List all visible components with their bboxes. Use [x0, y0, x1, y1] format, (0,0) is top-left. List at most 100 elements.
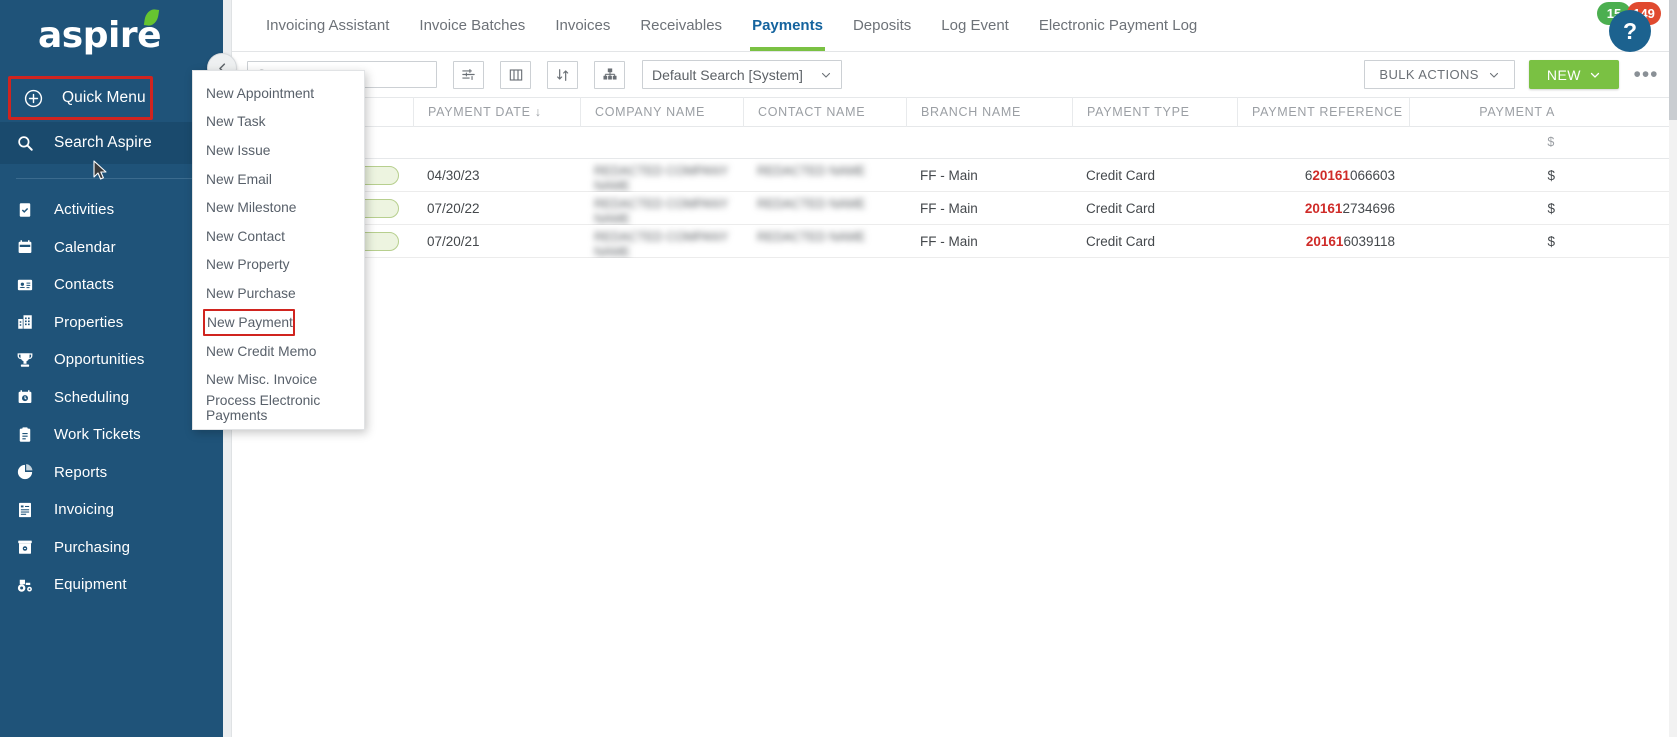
sidebar-item-properties[interactable]: Properties	[0, 304, 223, 342]
sidebar-item-label: Work Tickets	[54, 426, 141, 444]
column-header-branch[interactable]: BRANCH NAME	[906, 97, 1072, 127]
sidebar-item-label: Calendar	[54, 238, 116, 256]
quick-menu-item-new-purchase[interactable]: New Purchase	[193, 279, 364, 308]
sidebar-item-reports[interactable]: Reports	[0, 454, 223, 492]
column-header-amount[interactable]: PAYMENT A	[1409, 97, 1569, 127]
grid-summary-amount: $	[1547, 135, 1555, 149]
clipboard-check-icon	[16, 201, 46, 219]
calendar-icon	[16, 238, 46, 256]
sidebar-item-invoicing[interactable]: Invoicing	[0, 491, 223, 529]
sidebar-item-search-aspire[interactable]: Search Aspire	[0, 122, 223, 164]
sidebar-item-purchasing[interactable]: Purchasing	[0, 529, 223, 567]
redacted-company-name: REDACTED COMPANY NAME	[594, 229, 729, 258]
new-button-label: NEW	[1546, 66, 1581, 83]
sidebar-item-scheduling[interactable]: Scheduling	[0, 379, 223, 417]
saved-search-select[interactable]: Default Search [System]	[642, 60, 842, 89]
sidebar-item-opportunities[interactable]: Opportunities	[0, 341, 223, 379]
tab-receivables[interactable]: Receivables	[625, 0, 737, 51]
quick-menu-item-label: New Email	[206, 171, 272, 187]
column-header-label: PAYMENT DATE ↓	[428, 105, 542, 119]
table-row[interactable]: SUCCESS07/20/22REDACTED COMPANY NAMEREDA…	[223, 192, 1677, 225]
cell-payment-date: 07/20/22	[427, 200, 480, 216]
column-header-contact[interactable]: CONTACT NAME	[743, 97, 906, 127]
group-hierarchy-icon[interactable]	[594, 60, 625, 89]
main-panel: Invoicing Assistant Invoice Batches Invoic…	[207, 0, 1677, 737]
mouse-cursor	[93, 160, 109, 187]
brand-logo[interactable]: aspire	[0, 0, 223, 72]
tab-log-event[interactable]: Log Event	[926, 0, 1024, 51]
cell-payment-type: Credit Card	[1086, 233, 1156, 249]
scrollbar-thumb[interactable]	[1669, 0, 1677, 120]
column-header-ptype[interactable]: PAYMENT TYPE	[1072, 97, 1237, 127]
module-tab-bar: Invoicing Assistant Invoice Batches Invoic…	[223, 0, 1677, 52]
table-row[interactable]: SUCCESS07/20/21REDACTED COMPANY NAMEREDA…	[223, 225, 1677, 258]
tab-payments[interactable]: Payments	[737, 0, 838, 51]
cell-payment-date: 04/30/23	[427, 167, 480, 183]
pref-search-match: 20161	[1305, 233, 1344, 249]
quick-menu-item-new-contact[interactable]: New Contact	[193, 222, 364, 251]
quick-menu-item-new-credit-memo[interactable]: New Credit Memo	[193, 337, 364, 366]
cell-branch-name: FF - Main	[920, 167, 978, 183]
quick-menu-item-label: New Property	[206, 257, 290, 273]
quick-menu-item-process-electronic-payments[interactable]: Process Electronic Payments	[193, 393, 364, 423]
sidebar-item-equipment[interactable]: Equipment	[0, 566, 223, 604]
column-header-date[interactable]: PAYMENT DATE ↓	[413, 97, 580, 127]
sidebar-item-calendar[interactable]: Calendar	[0, 229, 223, 267]
cell-contact-name: REDACTED NAME	[743, 192, 906, 225]
quick-menu-dropdown[interactable]: New Appointment New Task New Issue New Emai…	[192, 70, 365, 430]
help-question-icon[interactable]: ?	[1609, 10, 1651, 52]
new-button[interactable]: NEW	[1528, 60, 1619, 89]
page-scrollbar[interactable]	[1669, 0, 1677, 737]
sidebar-item-contacts[interactable]: Contacts	[0, 266, 223, 304]
cell-payment-amount: $	[1547, 233, 1555, 249]
invoice-icon	[16, 501, 46, 519]
columns-icon[interactable]	[500, 60, 531, 89]
column-header-pref[interactable]: PAYMENT REFERENCE	[1237, 97, 1409, 127]
sidebar-item-quick-menu[interactable]: Quick Menu	[8, 78, 215, 118]
sidebar-item-label: Reports	[54, 463, 108, 481]
quick-menu-container: Quick Menu	[8, 76, 215, 120]
quick-menu-item-new-issue[interactable]: New Issue	[193, 136, 364, 165]
quick-menu-item-label: New Task	[206, 114, 266, 130]
tab-invoicing-assistant[interactable]: Invoicing Assistant	[251, 0, 404, 51]
tab-label: Invoice Batches	[419, 16, 526, 34]
quick-menu-item-label: New Misc. Invoice	[206, 372, 318, 388]
cell-company-name: REDACTED COMPANY NAME	[580, 192, 743, 225]
redacted-contact-name: REDACTED NAME	[757, 163, 866, 178]
help-widget[interactable]: 15 149 ?	[1595, 2, 1661, 52]
cell-payment-reference: 6 20161 066603	[1237, 159, 1409, 192]
quick-menu-item-new-milestone[interactable]: New Milestone	[193, 193, 364, 222]
chevron-down-icon	[821, 72, 831, 78]
table-row[interactable]: SUCCESS04/30/23REDACTED COMPANY NAMEREDA…	[223, 159, 1677, 192]
redacted-company-name: REDACTED COMPANY NAME	[594, 163, 729, 192]
grid-body: SUCCESS04/30/23REDACTED COMPANY NAMEREDA…	[223, 159, 1677, 258]
ellipsis-icon[interactable]: •••	[1633, 62, 1659, 88]
column-header-company[interactable]: COMPANY NAME	[580, 97, 743, 127]
pie-chart-icon	[16, 463, 46, 481]
tab-invoices[interactable]: Invoices	[540, 0, 625, 51]
quick-menu-item-new-task[interactable]: New Task	[193, 108, 364, 137]
quick-menu-item-new-payment[interactable]: New Payment	[203, 308, 295, 336]
tab-deposits[interactable]: Deposits	[838, 0, 926, 51]
quick-menu-item-label: New Contact	[206, 228, 285, 244]
sidebar-item-activities[interactable]: Activities	[0, 191, 223, 229]
quick-menu-item-new-misc-invoice[interactable]: New Misc. Invoice	[193, 365, 364, 394]
tab-electronic-payment-log[interactable]: Electronic Payment Log	[1024, 0, 1212, 51]
sidebar-item-work-tickets[interactable]: Work Tickets	[0, 416, 223, 454]
quick-menu-item-new-appointment[interactable]: New Appointment	[193, 79, 364, 108]
left-sidebar: aspire Quick Menu Search Aspire Activiti…	[0, 0, 223, 737]
building-icon	[16, 313, 46, 331]
quick-menu-item-new-email[interactable]: New Email	[193, 165, 364, 194]
filter-settings-icon[interactable]	[453, 60, 484, 89]
tab-invoice-batches[interactable]: Invoice Batches	[404, 0, 540, 51]
cell-payment-amount: $	[1547, 167, 1555, 183]
tab-label: Electronic Payment Log	[1038, 16, 1198, 34]
contact-card-icon	[16, 276, 46, 294]
cell-payment-amount: $	[1547, 200, 1555, 216]
quick-menu-item-new-property[interactable]: New Property	[193, 251, 364, 280]
bulk-actions-button[interactable]: BULK ACTIONS	[1364, 60, 1515, 89]
payments-grid: T STATUSPAYMENT DATE ↓COMPANY NAMECONTAC…	[223, 97, 1677, 737]
sidebar-item-label: Invoicing	[54, 501, 115, 519]
tab-label: Invoices	[555, 16, 611, 34]
sort-icon[interactable]	[547, 60, 578, 89]
